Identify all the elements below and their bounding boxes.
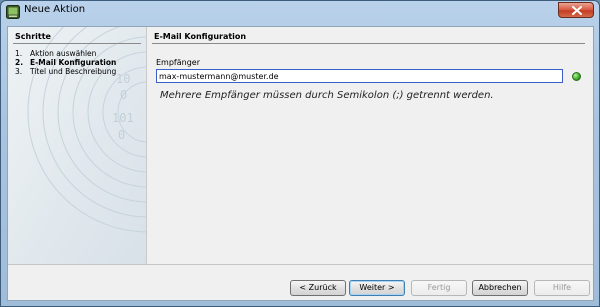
steps-divider — [13, 43, 141, 44]
email-config-panel: E-Mail Konfiguration Empfänger Mehrere E… — [147, 27, 593, 264]
recipient-label: Empfänger — [156, 58, 201, 67]
svg-text:0: 0 — [118, 128, 125, 142]
app-icon — [6, 4, 20, 19]
next-button[interactable]: Weiter > — [349, 280, 405, 296]
dialog-window: Neue Aktion 10 0 101 0 Schritte 1. Aktio… — [0, 0, 600, 307]
button-separator — [8, 264, 593, 265]
steps-heading: Schritte — [15, 32, 51, 41]
help-button[interactable]: Hilfe — [534, 280, 590, 296]
recipient-hint: Mehrere Empfänger müssen durch Semikolon… — [160, 90, 494, 101]
cancel-button[interactable]: Abbrechen — [472, 280, 528, 296]
close-icon — [572, 6, 582, 15]
panel-heading: E-Mail Konfiguration — [154, 32, 247, 41]
back-button[interactable]: < Zurück — [290, 280, 346, 296]
dialog-content: 10 0 101 0 Schritte 1. Aktion auswählen 2… — [7, 26, 594, 301]
title-bar[interactable]: Neue Aktion — [1, 1, 599, 21]
validation-status-icon — [572, 72, 581, 81]
panel-divider — [152, 43, 585, 44]
svg-text:0: 0 — [120, 88, 127, 102]
window-title: Neue Aktion — [24, 4, 86, 15]
step-item-active: 2. E-Mail Konfiguration — [15, 58, 117, 67]
recipient-input[interactable] — [156, 69, 563, 83]
steps-panel: 10 0 101 0 Schritte 1. Aktion auswählen 2… — [8, 27, 147, 264]
close-button[interactable] — [558, 2, 594, 18]
step-item: 1. Aktion auswählen — [15, 49, 97, 58]
finish-button[interactable]: Fertig — [411, 280, 467, 296]
svg-text:10: 10 — [116, 72, 130, 86]
step-item: 3. Titel und Beschreibung — [15, 67, 117, 76]
svg-text:101: 101 — [112, 111, 134, 125]
